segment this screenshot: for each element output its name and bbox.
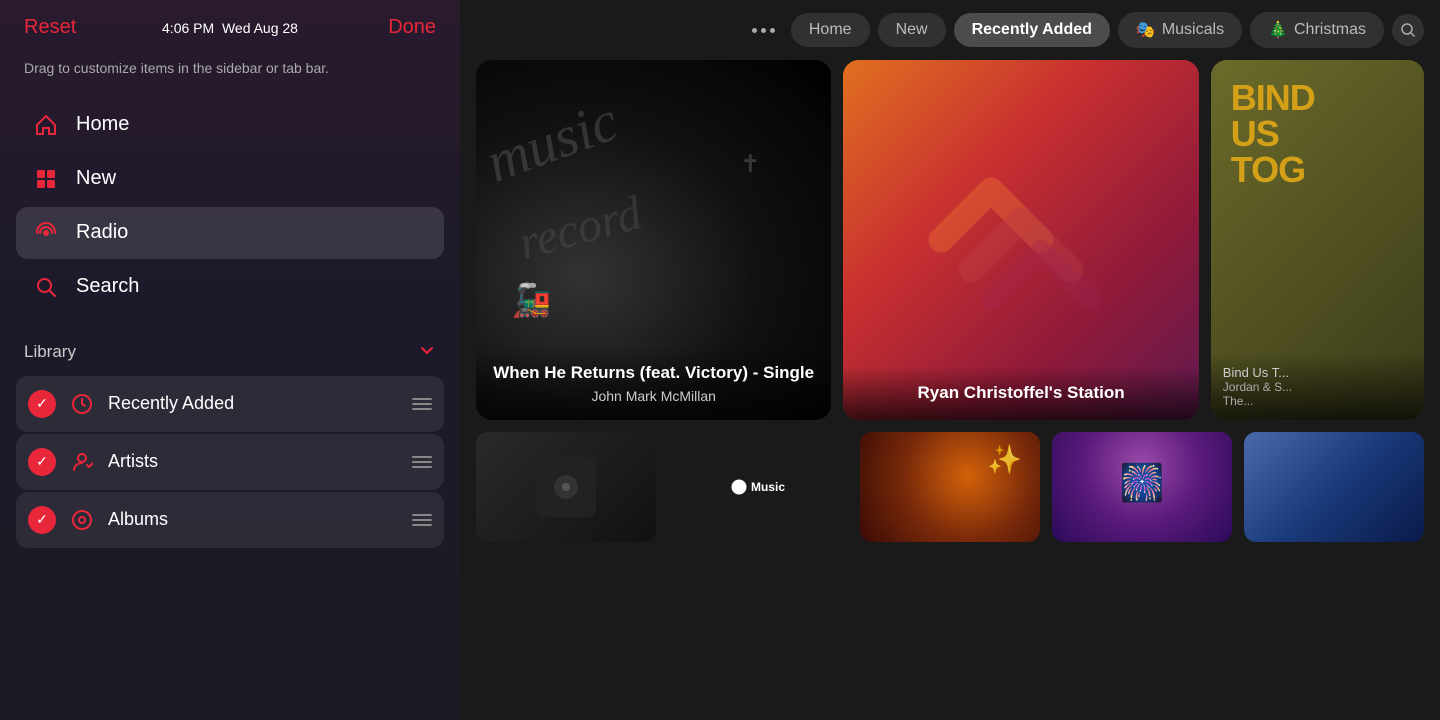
clock-icon [68,390,96,418]
search-icon [32,273,60,301]
more-dot-2 [761,28,766,33]
library-item-artists[interactable]: ✓ Artists [16,434,444,490]
sidebar-item-radio-label: Radio [76,221,128,244]
tab-home[interactable]: Home [791,13,870,47]
card-bind-us[interactable]: BIND US TOG Bind Us T... Jordan & S... T… [1211,60,1424,420]
card-1-subtitle: John Mark McMillan [492,388,815,404]
cross-decoration: ✝ [740,150,760,179]
sidebar-hint: Drag to customize items in the sidebar o… [0,47,460,99]
small-card-2[interactable]: Music [668,432,848,542]
card-3-extra: The... [1223,394,1412,408]
musicals-label: Musicals [1162,21,1224,39]
albums-icon [68,506,96,534]
card-3-artist: Jordan & S... [1223,380,1412,394]
drag-handle-artists[interactable] [412,456,432,468]
small-card-4[interactable]: 🎆 [1052,432,1232,542]
status-bar: 4:06 PM Wed Aug 28 [162,20,298,36]
check-circle-artists: ✓ [28,448,56,476]
drag-handle-albums[interactable] [412,514,432,526]
sidebar-item-search-label: Search [76,275,139,298]
small-card-1-interior [476,432,656,542]
artist-icon [68,448,96,476]
content-area: music record 🚂 ✝ When He Returns (feat. … [460,60,1440,720]
library-section: Library ✓ Recently Added [0,333,460,548]
card-3-info: Bind Us T... Jordan & S... The... [1211,353,1424,420]
cards-row-2: Music ✨ 🎆 [460,432,1440,542]
musicals-emoji: 🎭 [1136,20,1156,40]
nav-items: Home New Radio [0,99,460,313]
tab-recently-added[interactable]: Recently Added [954,13,1110,47]
bind-us-title-decoration: BIND US TOG [1231,80,1315,188]
library-header: Library [16,333,444,372]
library-item-albums-label: Albums [108,509,400,530]
tab-search-button[interactable] [1392,14,1424,46]
christmas-emoji: 🎄 [1268,20,1288,40]
tab-musicals[interactable]: 🎭 Musicals [1118,12,1242,48]
sidebar-header: Reset 4:06 PM Wed Aug 28 Done [0,0,460,47]
library-items: ✓ Recently Added ✓ [16,376,444,548]
main-content: Home New Recently Added 🎭 Musicals 🎄 Chr… [460,0,1440,720]
card-1-info: When He Returns (feat. Victory) - Single… [476,346,831,420]
library-item-recently-added-label: Recently Added [108,393,400,414]
sidebar-item-new[interactable]: New [16,153,444,205]
card-2-title: Ryan Christoffel's Station [859,382,1182,404]
small-card-3-interior: ✨ [860,432,1040,542]
tab-christmas[interactable]: 🎄 Christmas [1250,12,1384,48]
firework-decoration: ✨ [987,443,1022,476]
radio-icon [32,219,60,247]
card-2-info: Ryan Christoffel's Station [843,366,1198,420]
small-card-5-interior [1244,432,1424,542]
svg-text:music: music [478,89,626,194]
library-item-albums[interactable]: ✓ Albums [16,492,444,548]
svg-text:record: record [513,186,648,270]
card-ryan-christoffel[interactable]: Ryan Christoffel's Station [843,60,1198,420]
more-dot-3 [770,28,775,33]
small-card-1-thumb [536,457,596,517]
library-title: Library [24,342,76,362]
fireworks-decoration: 🎆 [1120,462,1165,504]
train-decoration: 🚂 [512,281,552,319]
christmas-label: Christmas [1294,21,1366,39]
new-icon [32,165,60,193]
apple-music-text: Music [751,480,785,494]
sidebar-item-radio[interactable]: Radio [16,207,444,259]
sidebar-item-home-label: Home [76,113,129,136]
sidebar-item-search[interactable]: Search [16,261,444,313]
apple-music-logo: Music [731,479,785,495]
done-button[interactable]: Done [388,16,436,39]
small-card-4-interior: 🎆 [1052,432,1232,542]
cards-row-1: music record 🚂 ✝ When He Returns (feat. … [460,60,1440,432]
small-card-3[interactable]: ✨ [860,432,1040,542]
more-dot-1 [752,28,757,33]
drag-handle-recently-added[interactable] [412,398,432,410]
card-1-title: When He Returns (feat. Victory) - Single [492,362,815,384]
card-3-title: Bind Us T... [1223,365,1412,380]
small-card-1[interactable] [476,432,656,542]
check-circle-albums: ✓ [28,506,56,534]
card-when-he-returns[interactable]: music record 🚂 ✝ When He Returns (feat. … [476,60,831,420]
reset-button[interactable]: Reset [24,16,76,39]
sidebar-item-new-label: New [76,167,116,190]
check-circle-recently-added: ✓ [28,390,56,418]
small-card-5[interactable] [1244,432,1424,542]
library-item-artists-label: Artists [108,451,400,472]
home-icon [32,111,60,139]
sidebar-item-home[interactable]: Home [16,99,444,151]
tab-bar: Home New Recently Added 🎭 Musicals 🎄 Chr… [460,0,1440,60]
chevron-down-icon[interactable] [418,341,436,364]
sidebar: Reset 4:06 PM Wed Aug 28 Done Drag to cu… [0,0,460,720]
tab-new[interactable]: New [878,13,946,47]
library-item-recently-added[interactable]: ✓ Recently Added [16,376,444,432]
